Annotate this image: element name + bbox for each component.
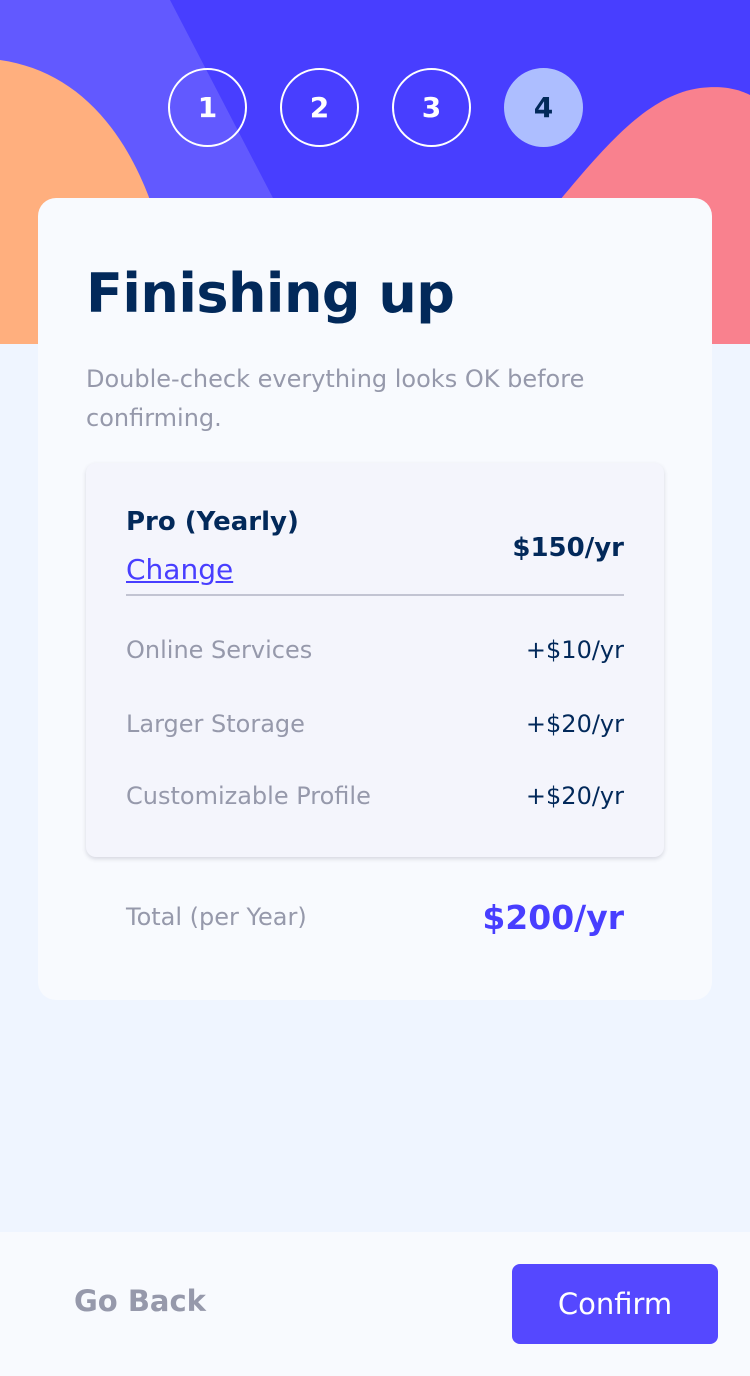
change-plan-link[interactable]: Change bbox=[126, 553, 233, 586]
step-4-button[interactable]: 4 bbox=[504, 68, 583, 147]
addon-row-customizable-profile: Customizable Profile +$20/yr bbox=[126, 779, 624, 813]
footer-bar: Go Back Confirm bbox=[0, 1232, 750, 1376]
addon-label: Online Services bbox=[126, 636, 313, 664]
total-label: Total (per Year) bbox=[126, 903, 307, 931]
addon-price: +$20/yr bbox=[525, 782, 624, 810]
summary-card: Finishing up Double-check everything loo… bbox=[38, 198, 712, 1000]
summary-divider bbox=[126, 594, 624, 596]
addon-row-online-services: Online Services +$10/yr bbox=[126, 633, 624, 667]
addon-price: +$20/yr bbox=[525, 710, 624, 738]
page-title: Finishing up bbox=[86, 262, 455, 325]
total-row: Total (per Year) $200/yr bbox=[126, 894, 624, 940]
go-back-button[interactable]: Go Back bbox=[74, 1284, 206, 1318]
page-subtitle: Double-check everything looks OK before … bbox=[86, 365, 585, 432]
addon-row-larger-storage: Larger Storage +$20/yr bbox=[126, 707, 624, 741]
plan-price: $150/yr bbox=[512, 533, 624, 563]
addon-label: Customizable Profile bbox=[126, 782, 371, 810]
addon-price: +$10/yr bbox=[525, 636, 624, 664]
addon-label: Larger Storage bbox=[126, 710, 305, 738]
plan-name: Pro (Yearly) bbox=[126, 507, 299, 537]
order-summary-box: Pro (Yearly) Change $150/yr Online Servi… bbox=[86, 463, 664, 857]
step-3-button[interactable]: 3 bbox=[392, 68, 471, 147]
confirm-button[interactable]: Confirm bbox=[512, 1264, 718, 1344]
total-price: $200/yr bbox=[482, 897, 624, 937]
step-indicator: 1 2 3 4 bbox=[168, 68, 583, 147]
step-2-button[interactable]: 2 bbox=[280, 68, 359, 147]
step-1-button[interactable]: 1 bbox=[168, 68, 247, 147]
